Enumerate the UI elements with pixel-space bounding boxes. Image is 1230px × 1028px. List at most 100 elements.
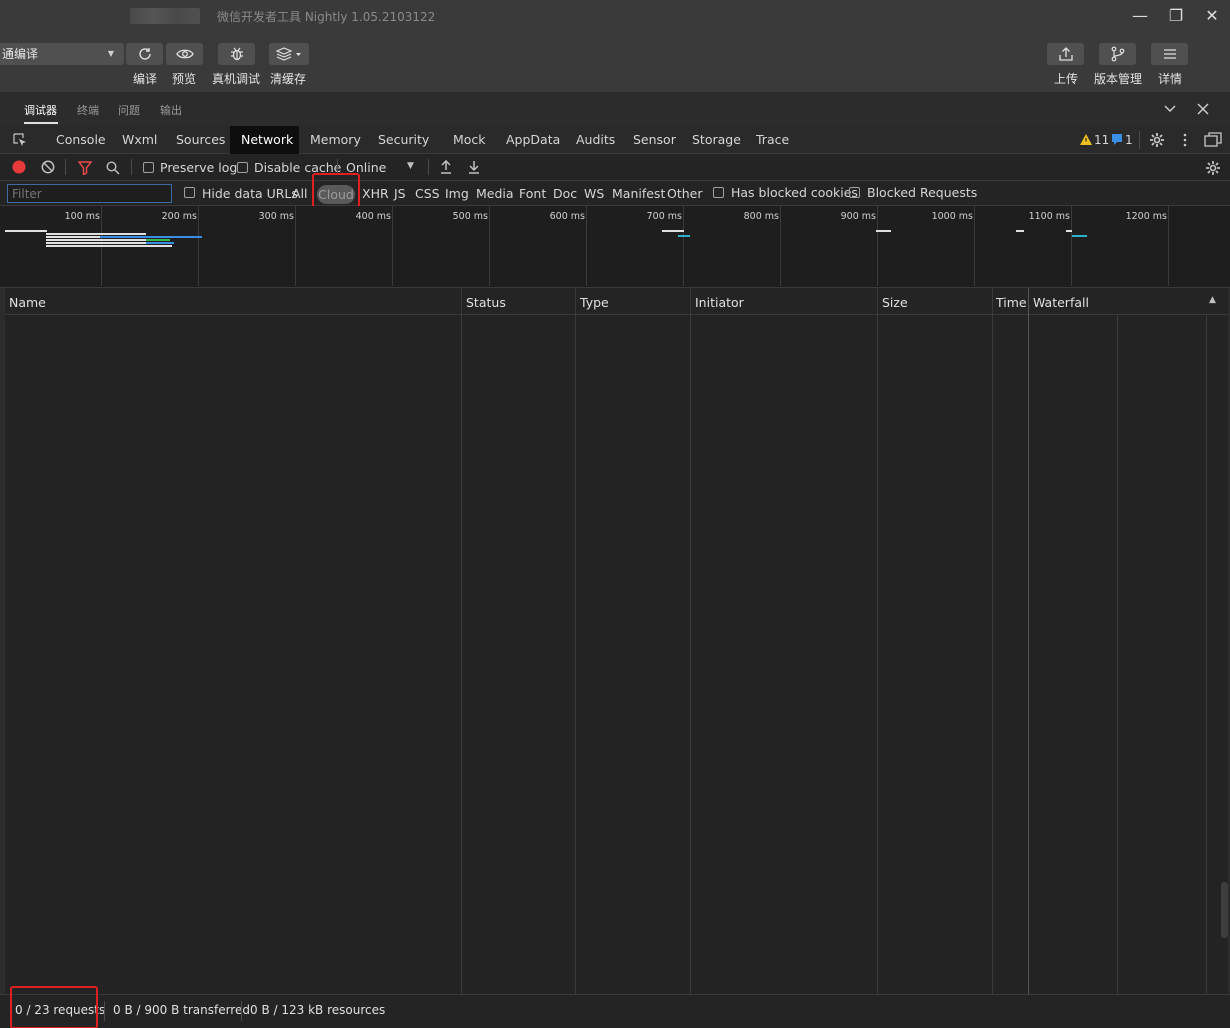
gear-icon[interactable]: [1149, 132, 1165, 148]
disable-cache-checkbox[interactable]: [237, 162, 248, 173]
maximize-button[interactable]: ❐: [1164, 4, 1188, 28]
upload-icon: [1058, 47, 1073, 61]
table-body[interactable]: [5, 315, 1228, 994]
clear-cache-label: 清缓存: [270, 72, 307, 86]
divider: [65, 159, 66, 175]
warning-icon: [1080, 134, 1092, 145]
tab-trace[interactable]: Trace: [745, 126, 800, 154]
column-status[interactable]: Status: [466, 295, 506, 310]
close-window-button[interactable]: ✕: [1200, 4, 1224, 28]
request-bar: [1066, 230, 1072, 232]
has-blocked-cookies-checkbox[interactable]: [713, 187, 724, 198]
has-blocked-cookies-label: Has blocked cookies: [731, 185, 858, 200]
remote-debug-button[interactable]: [218, 43, 255, 65]
tab-memory[interactable]: Memory: [299, 126, 372, 154]
eye-icon: [175, 49, 194, 59]
tab-storage[interactable]: Storage: [681, 126, 752, 154]
tab-appdata[interactable]: AppData: [495, 126, 571, 154]
divider: [104, 1001, 105, 1021]
import-har-icon[interactable]: [440, 160, 452, 174]
record-icon[interactable]: [12, 160, 26, 174]
tab-sources[interactable]: Sources: [165, 126, 236, 154]
grid-line: [198, 206, 199, 286]
menu-icon: [1163, 49, 1176, 59]
compile-mode-value: 通编译: [2, 47, 39, 61]
column-name[interactable]: Name: [9, 295, 46, 310]
hide-data-urls-checkbox[interactable]: [184, 187, 195, 198]
tab-console[interactable]: Console: [45, 126, 117, 154]
filter-type-css[interactable]: CSS: [415, 186, 440, 201]
tab-debugger[interactable]: 调试器: [24, 102, 57, 118]
filter-type-js[interactable]: JS: [394, 186, 406, 201]
close-panel-icon[interactable]: [1197, 103, 1209, 115]
filter-input[interactable]: [7, 184, 172, 203]
table-header: Name Status Type Initiator Size Time Wat…: [5, 288, 1228, 315]
filter-type-manifest[interactable]: Manifest: [612, 186, 665, 201]
filter-type-ws[interactable]: WS: [584, 186, 604, 201]
tab-audits[interactable]: Audits: [565, 126, 626, 154]
tab-security[interactable]: Security: [367, 126, 440, 154]
column-time[interactable]: Time: [996, 295, 1027, 310]
version-control-button[interactable]: [1099, 43, 1136, 65]
column-initiator[interactable]: Initiator: [695, 295, 744, 310]
request-bar: [1016, 230, 1024, 232]
tab-problems[interactable]: 问题: [118, 102, 140, 118]
minimize-button[interactable]: —: [1128, 4, 1152, 28]
filter-type-media[interactable]: Media: [476, 186, 514, 201]
project-name-blurred: [130, 8, 200, 24]
timeline-tick: 900 ms: [840, 211, 876, 222]
tab-sensor[interactable]: Sensor: [622, 126, 687, 154]
clear-cache-button[interactable]: [269, 43, 309, 65]
filter-type-doc[interactable]: Doc: [553, 186, 577, 201]
request-bar: [46, 239, 146, 241]
preserve-log-label: Preserve log: [160, 160, 238, 175]
chevron-down-icon[interactable]: [1164, 104, 1176, 114]
more-options-icon[interactable]: [1181, 133, 1189, 147]
filter-type-all[interactable]: All: [292, 186, 308, 201]
search-icon[interactable]: [106, 161, 120, 175]
tab-terminal[interactable]: 终端: [77, 102, 99, 118]
title-bar: 微信开发者工具 Nightly 1.05.2103122 — ❐ ✕: [0, 0, 1230, 32]
request-bar: [146, 239, 170, 241]
overview-scrollbar-thumb[interactable]: [1221, 882, 1228, 938]
devtools-tabs: Console Wxml Sources Network Memory Secu…: [0, 126, 1230, 154]
compile-mode-select[interactable]: 通编译 ▼: [0, 43, 124, 65]
tab-network[interactable]: Network: [230, 126, 299, 154]
main-toolbar: 通编译 ▼ 编译 预览 真机调试 清缓存 上传 版本管理 详情: [0, 32, 1230, 92]
request-bar: [5, 230, 47, 232]
divider: [1139, 131, 1140, 149]
export-har-icon[interactable]: [468, 160, 480, 174]
filter-type-other[interactable]: Other: [667, 186, 703, 201]
tab-wxml[interactable]: Wxml: [111, 126, 168, 154]
dock-icon[interactable]: [1204, 132, 1222, 148]
network-overview-timeline[interactable]: 100 ms 200 ms 300 ms 400 ms 500 ms 600 m…: [0, 206, 1230, 288]
details-button[interactable]: [1151, 43, 1188, 65]
resources-size: 0 B / 123 kB resources: [250, 1003, 386, 1017]
compile-button[interactable]: [126, 43, 163, 65]
column-type[interactable]: Type: [580, 295, 609, 310]
preview-button[interactable]: [166, 43, 203, 65]
tab-mock[interactable]: Mock: [442, 126, 497, 154]
grid-line: [1071, 206, 1072, 286]
column-waterfall[interactable]: Waterfall: [1033, 295, 1089, 310]
column-size[interactable]: Size: [882, 295, 908, 310]
filter-type-img[interactable]: Img: [445, 186, 469, 201]
network-settings-gear-icon[interactable]: [1205, 160, 1221, 176]
timeline-tick: 1000 ms: [931, 211, 973, 222]
timeline-tick: 400 ms: [355, 211, 391, 222]
timeline-tick: 300 ms: [258, 211, 294, 222]
sort-ascending-icon[interactable]: ▲: [1209, 295, 1216, 305]
filter-type-xhr[interactable]: XHR: [362, 186, 389, 201]
debug-panel-tabs: 调试器 终端 问题 输出: [0, 92, 1230, 126]
upload-button[interactable]: [1047, 43, 1084, 65]
inspect-element-icon[interactable]: [12, 132, 28, 148]
divider: [428, 159, 429, 175]
clear-icon[interactable]: [41, 160, 55, 174]
blocked-requests-checkbox[interactable]: [849, 187, 860, 198]
timeline-tick: 600 ms: [549, 211, 585, 222]
tab-output[interactable]: 输出: [160, 102, 182, 118]
preserve-log-checkbox[interactable]: [143, 162, 154, 173]
filter-type-font[interactable]: Font: [519, 186, 546, 201]
filter-icon[interactable]: [78, 161, 92, 175]
request-bar: [46, 242, 146, 244]
